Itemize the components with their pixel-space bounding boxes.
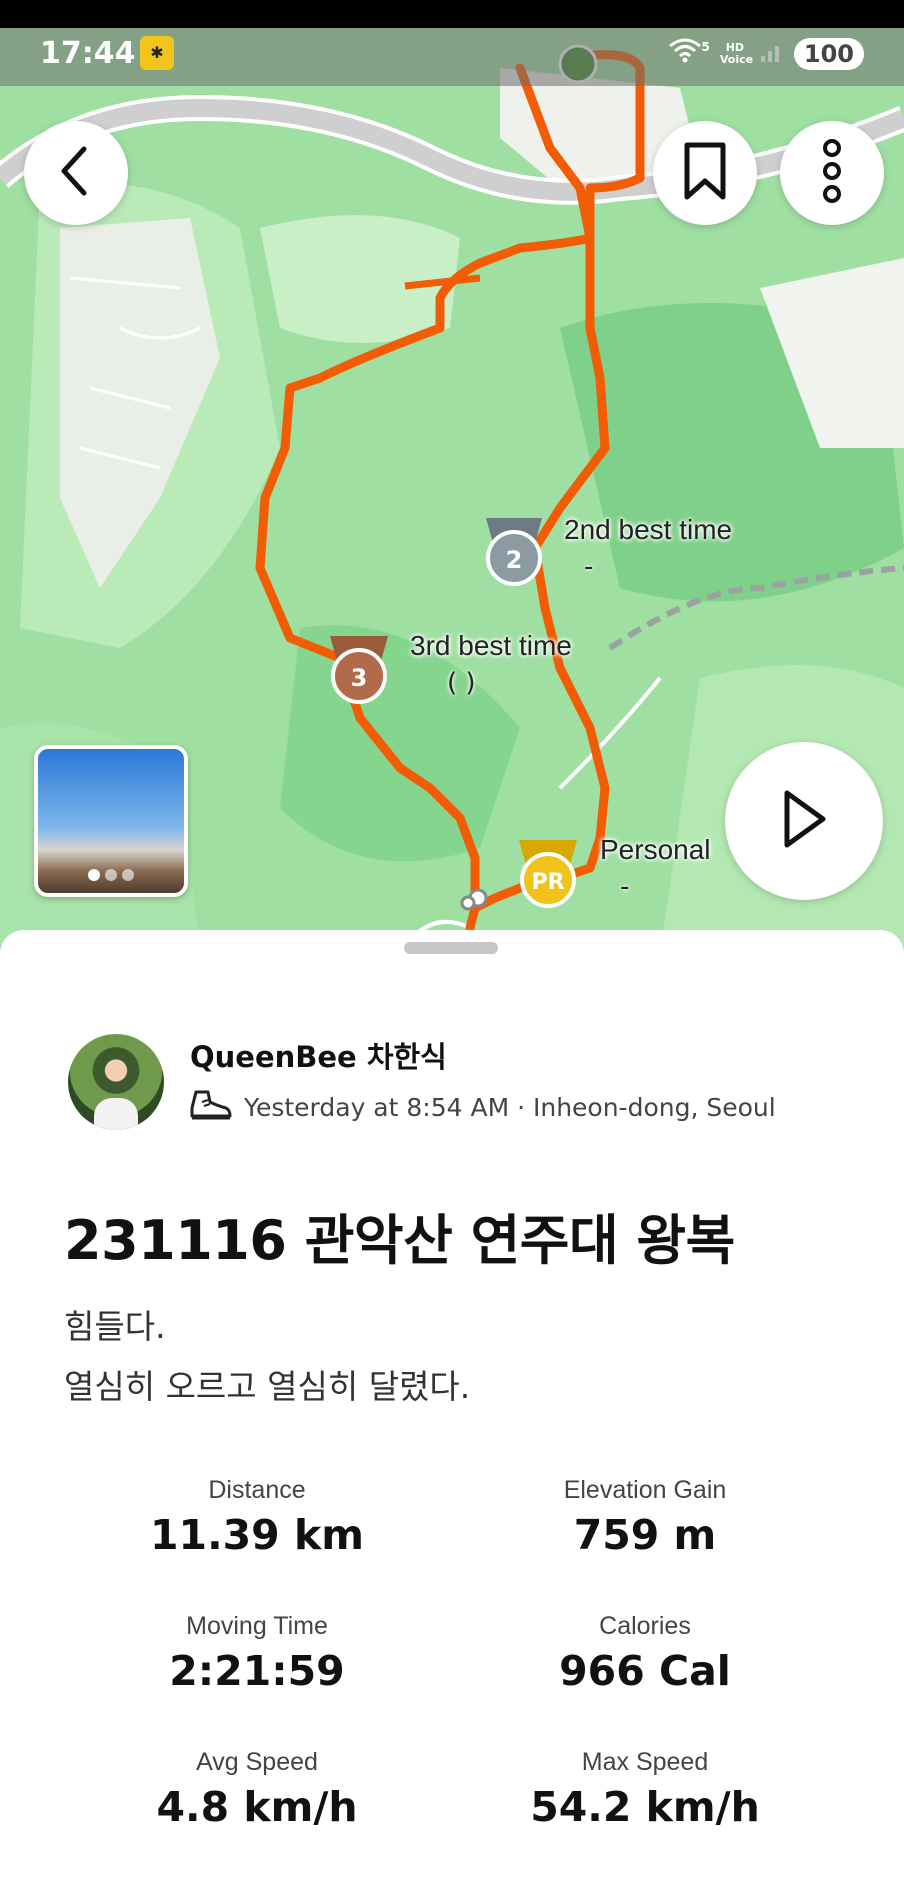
activity-meta: Yesterday at 8:54 AM · Inheon-dong, Seou…: [188, 1088, 776, 1126]
map-marker-label-third: 3rd best time: [410, 630, 572, 661]
activity-photo-thumbnail[interactable]: [34, 745, 188, 897]
bookmark-icon: [681, 141, 729, 205]
activity-date-location: Yesterday at 8:54 AM · Inheon-dong, Seou…: [244, 1092, 776, 1122]
wifi-icon: [668, 38, 702, 70]
battery-indicator: 100: [793, 38, 864, 70]
activity-title: 231116 관악산 연주대 왕복: [64, 1209, 735, 1272]
activity-description-line-1: 힘들다.: [64, 1307, 166, 1346]
hiking-shoe-icon: [188, 1088, 232, 1126]
top-black-bar: [0, 0, 904, 28]
svg-text:PR: PR: [531, 870, 564, 895]
stat-avg-speed: Avg Speed 4.8 km/h: [77, 1748, 437, 1831]
stat-calories: Calories 966 Cal: [465, 1612, 825, 1695]
athlete-name[interactable]: QueenBee 차한식: [190, 1034, 447, 1076]
svg-text:3: 3: [351, 664, 368, 692]
photo-carousel-dots: [88, 869, 134, 881]
stat-max-speed: Max Speed 54.2 km/h: [465, 1748, 825, 1831]
back-button[interactable]: [24, 121, 128, 225]
map-marker-label-second: 2nd best time: [564, 514, 733, 545]
status-time: 17:44: [40, 36, 136, 71]
stat-value: 4.8 km/h: [156, 1783, 358, 1831]
avatar[interactable]: [68, 1034, 164, 1130]
play-flyover-button[interactable]: [725, 742, 883, 900]
second-place-medal-icon: 2: [486, 518, 542, 586]
more-options-button[interactable]: [780, 121, 884, 225]
map-marker-label-pr: Personal: [600, 834, 711, 865]
stat-value: 2:21:59: [169, 1647, 345, 1695]
stat-label: Elevation Gain: [563, 1476, 727, 1504]
stat-elevation-gain: Elevation Gain 759 m: [465, 1476, 825, 1559]
map-marker-sub-second: -: [584, 552, 594, 582]
map-marker-sub-third: ( ): [447, 668, 476, 698]
pr-medal-icon: PR: [519, 840, 577, 908]
notification-app-icon: ✱: [140, 36, 174, 70]
bookmark-button[interactable]: [653, 121, 757, 225]
stat-value: 11.39 km: [150, 1511, 364, 1559]
sheet-drag-handle[interactable]: [404, 942, 498, 954]
stat-label: Calories: [599, 1612, 691, 1640]
stat-label: Max Speed: [581, 1748, 709, 1776]
status-icons: 5 HD Voice 100: [668, 36, 864, 72]
activity-detail-sheet: QueenBee 차한식 Yesterday at 8:54 AM · Inhe…: [0, 930, 904, 1902]
activity-description-line-2: 열심히 오르고 열심히 달렸다.: [64, 1367, 471, 1406]
chevron-left-icon: [56, 145, 96, 201]
stat-label: Avg Speed: [196, 1748, 318, 1776]
svg-text:2: 2: [506, 546, 523, 574]
network-type-label: 5: [701, 40, 710, 54]
more-vertical-icon: [820, 138, 844, 208]
stat-value: 54.2 km/h: [530, 1783, 760, 1831]
stat-label: Moving Time: [186, 1612, 328, 1640]
stat-value: 966 Cal: [559, 1647, 731, 1695]
map-marker-sub-pr: -: [620, 872, 630, 902]
hd-voice-label: HD Voice: [719, 41, 754, 66]
stat-value: 759 m: [573, 1511, 717, 1559]
stat-label: Distance: [208, 1476, 306, 1504]
stat-moving-time: Moving Time 2:21:59: [77, 1612, 437, 1695]
signal-icon: [760, 41, 784, 68]
play-icon: [779, 789, 829, 853]
stat-distance: Distance 11.39 km: [77, 1476, 437, 1559]
third-place-medal-icon: 3: [330, 636, 388, 704]
